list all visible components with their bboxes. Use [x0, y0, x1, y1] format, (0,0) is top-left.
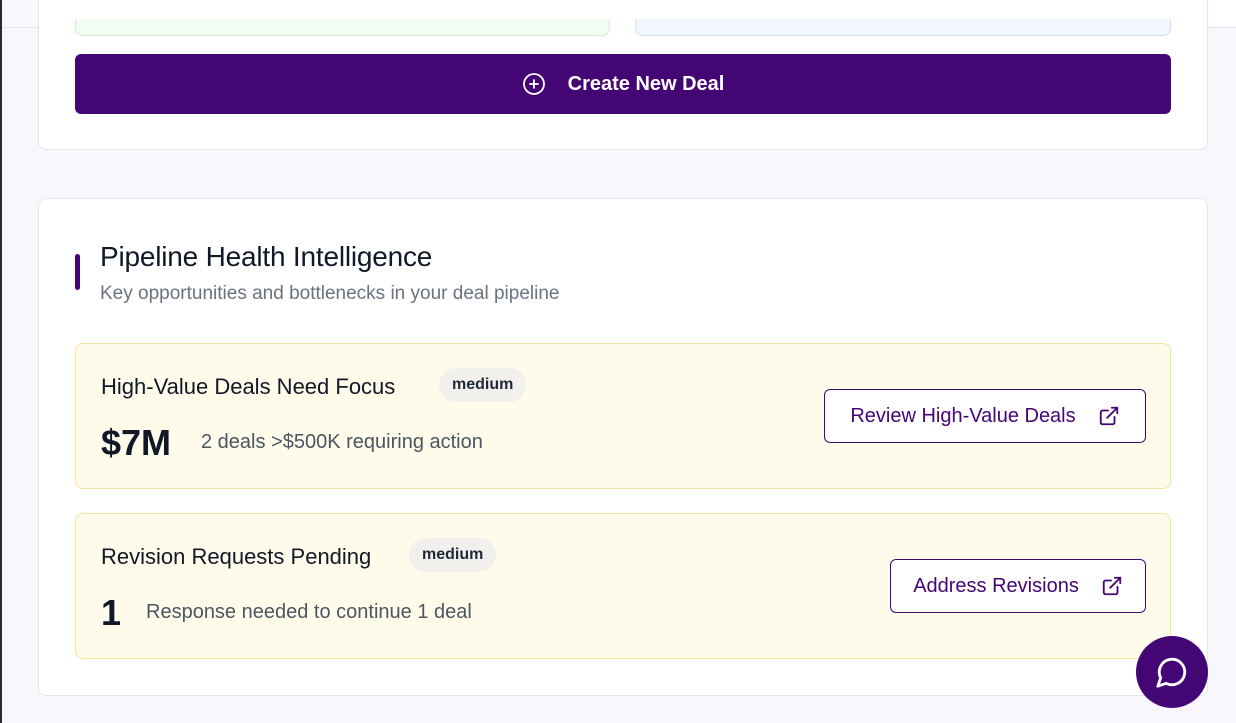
- insight-title: Revision Requests Pending: [101, 544, 372, 569]
- section-accent-bar: [75, 254, 80, 290]
- insight-title: High-Value Deals Need Focus: [101, 374, 396, 399]
- section-title: Pipeline Health Intelligence: [100, 241, 433, 272]
- review-high-value-deals-button[interactable]: Review High-Value Deals: [824, 389, 1146, 443]
- stat-card-green: [75, 19, 610, 36]
- chat-button[interactable]: [1136, 636, 1208, 708]
- action-label: Address Revisions: [913, 574, 1079, 597]
- deal-actions-card: Create New Deal: [38, 0, 1208, 150]
- insight-description: 2 deals >$500K requiring action: [201, 431, 483, 453]
- stat-card-blue: [635, 19, 1171, 36]
- window-edge: [0, 0, 2, 723]
- pipeline-health-card: Pipeline Health Intelligence Key opportu…: [38, 198, 1208, 696]
- insight-value: 1: [101, 592, 122, 633]
- create-new-deal-label: Create New Deal: [567, 72, 725, 95]
- insight-description: Response needed to continue 1 deal: [146, 601, 472, 623]
- insight-card-high-value: High-Value Deals Need Focus medium $7M 2…: [75, 343, 1171, 489]
- section-subtitle: Key opportunities and bottlenecks in you…: [100, 283, 560, 304]
- priority-badge: medium: [409, 538, 497, 572]
- action-label: Review High-Value Deals: [850, 404, 1076, 427]
- external-link-icon: [1099, 406, 1118, 426]
- insight-card-revisions: Revision Requests Pending medium 1 Respo…: [75, 513, 1171, 659]
- external-link-icon: [1102, 576, 1121, 596]
- create-new-deal-button[interactable]: Create New Deal: [75, 54, 1171, 114]
- chat-bubble-icon: [1156, 657, 1187, 688]
- plus-circle-icon: [522, 73, 545, 95]
- priority-badge: medium: [439, 368, 527, 402]
- insight-value: $7M: [101, 422, 172, 463]
- address-revisions-button[interactable]: Address Revisions: [890, 559, 1146, 613]
